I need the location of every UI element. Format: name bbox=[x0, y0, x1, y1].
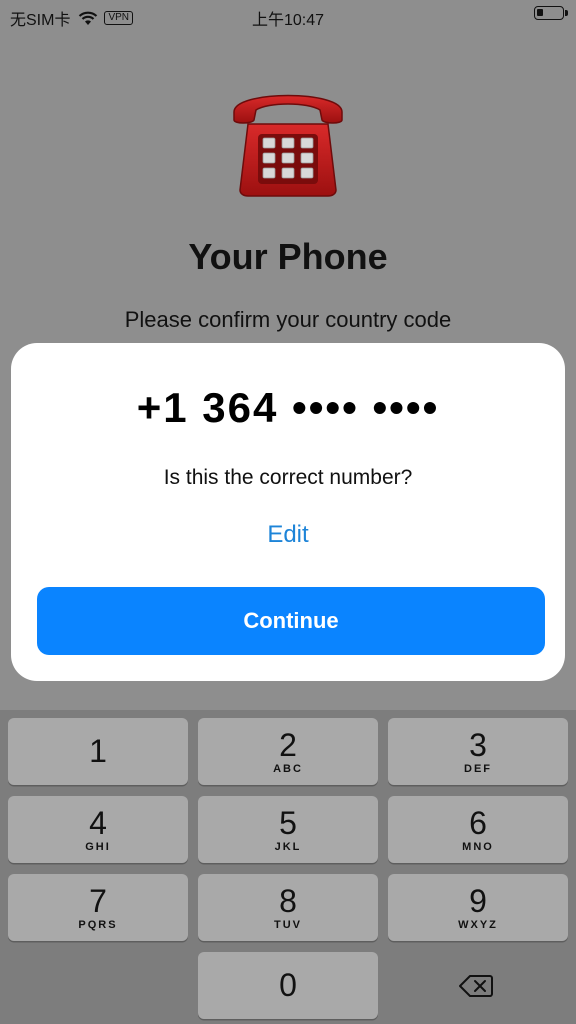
key-digit: 9 bbox=[469, 883, 487, 919]
key-5[interactable]: 5 JKL bbox=[198, 796, 378, 863]
key-8[interactable]: 8 TUV bbox=[198, 874, 378, 941]
battery-level bbox=[537, 9, 543, 16]
backspace-button[interactable] bbox=[386, 952, 566, 1019]
continue-button[interactable]: Continue bbox=[37, 587, 545, 655]
key-letters: ABC bbox=[273, 763, 303, 775]
status-time: 上午10:47 bbox=[251, 12, 325, 29]
key-digit: 7 bbox=[89, 883, 107, 919]
key-6[interactable]: 6 MNO bbox=[388, 796, 568, 863]
key-digit: 5 bbox=[279, 805, 297, 841]
key-2[interactable]: 2 ABC bbox=[198, 718, 378, 785]
key-digit: 0 bbox=[279, 967, 297, 1003]
key-letters: PQRS bbox=[78, 919, 118, 931]
key-3[interactable]: 3 DEF bbox=[388, 718, 568, 785]
key-digit: 2 bbox=[279, 727, 297, 763]
key-letters: TUV bbox=[274, 919, 302, 931]
status-bar: 无SIM卡 VPN 上午10:47 bbox=[0, 0, 576, 30]
numeric-keypad: 1 2 ABC 3 DEF 4 GHI 5 JKL 6 MNO 7 PQRS 8… bbox=[0, 710, 576, 1024]
key-4[interactable]: 4 GHI bbox=[8, 796, 188, 863]
key-0[interactable]: 0 bbox=[198, 952, 378, 1019]
key-letters: JKL bbox=[274, 841, 302, 853]
key-digit: 6 bbox=[469, 805, 487, 841]
key-letters: MNO bbox=[462, 841, 494, 853]
key-digit: 1 bbox=[89, 733, 107, 769]
backspace-icon bbox=[459, 974, 493, 997]
key-letters: WXYZ bbox=[458, 919, 498, 931]
key-9[interactable]: 9 WXYZ bbox=[388, 874, 568, 941]
telephone-icon bbox=[233, 94, 343, 197]
page-subtitle: Please confirm your country code bbox=[124, 307, 452, 332]
battery-icon bbox=[534, 6, 568, 20]
key-digit: 3 bbox=[469, 727, 487, 763]
key-digit: 8 bbox=[279, 883, 297, 919]
continue-label: Continue bbox=[243, 608, 339, 633]
key-letters: GHI bbox=[85, 841, 111, 853]
page-title: Your Phone bbox=[188, 236, 388, 277]
key-digit: 4 bbox=[89, 805, 107, 841]
phone-number: +1 364 •••• •••• bbox=[136, 384, 440, 431]
key-1[interactable]: 1 bbox=[8, 718, 188, 785]
key-7[interactable]: 7 PQRS bbox=[8, 874, 188, 941]
key-letters: DEF bbox=[464, 763, 492, 775]
edit-button[interactable]: Edit bbox=[0, 521, 576, 549]
confirm-question: Is this the correct number? bbox=[163, 466, 413, 489]
